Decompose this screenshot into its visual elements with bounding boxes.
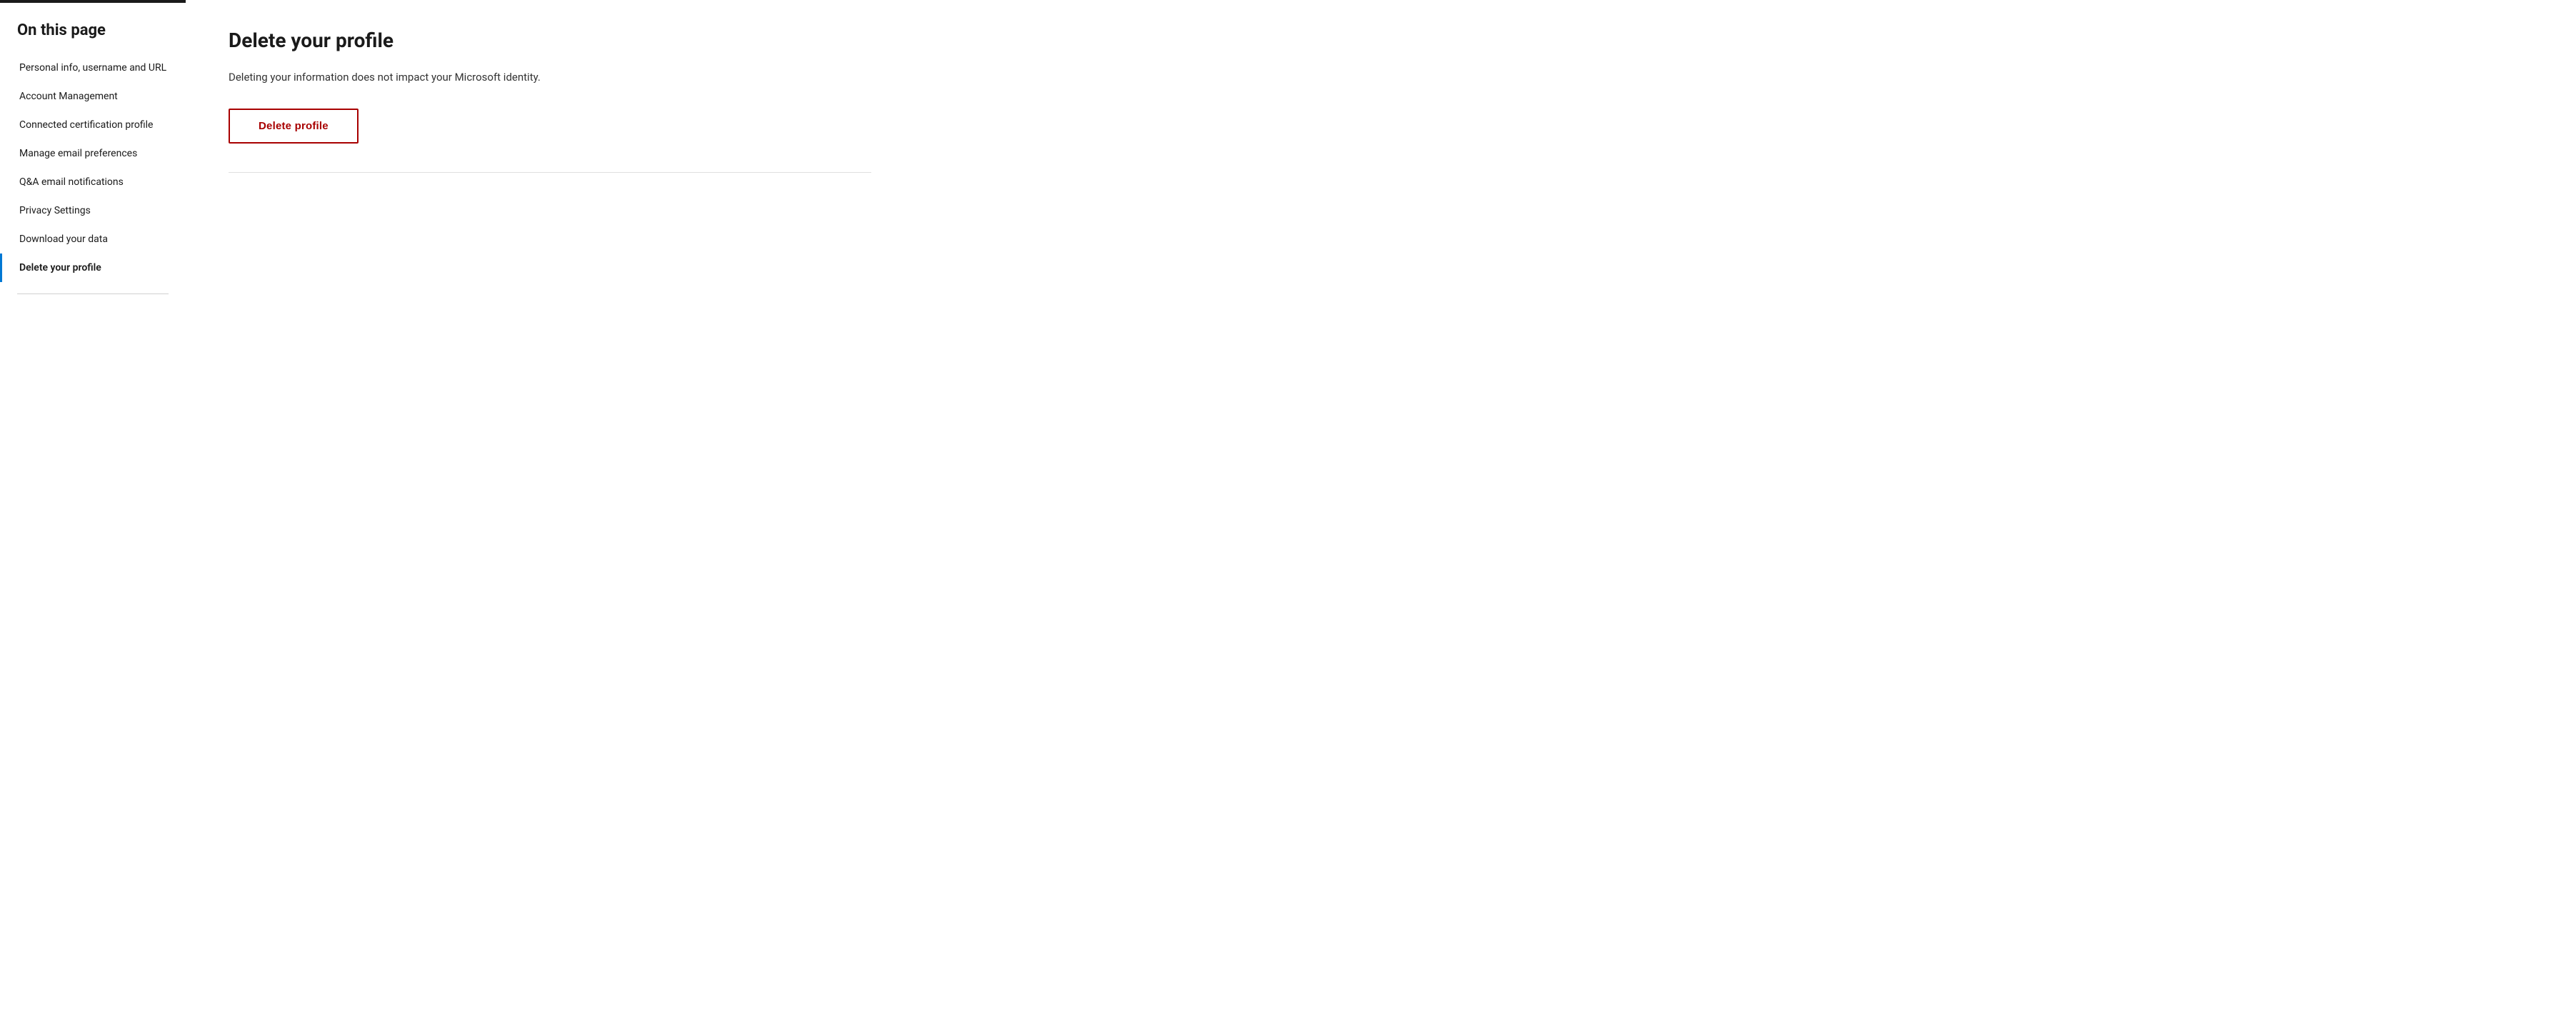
delete-profile-section: Delete your profile Deleting your inform… (229, 29, 871, 173)
page-title: Delete your profile (229, 29, 871, 52)
sidebar-divider (17, 293, 169, 294)
sidebar-item-qa-email[interactable]: Q&A email notifications (0, 168, 186, 196)
sidebar: On this page Personal info, username and… (0, 0, 186, 1019)
sidebar-title: On this page (0, 16, 186, 54)
sidebar-item-download-data[interactable]: Download your data (0, 225, 186, 254)
sidebar-item-connected-certification[interactable]: Connected certification profile (0, 111, 186, 139)
sidebar-item-manage-email[interactable]: Manage email preferences (0, 139, 186, 168)
sidebar-nav: Personal info, username and URL Account … (0, 54, 186, 282)
sidebar-item-account-management[interactable]: Account Management (0, 82, 186, 111)
sidebar-item-delete-profile[interactable]: Delete your profile (0, 254, 186, 282)
delete-profile-button[interactable]: Delete profile (229, 109, 359, 144)
section-description: Deleting your information does not impac… (229, 69, 871, 86)
sidebar-item-personal-info[interactable]: Personal info, username and URL (0, 54, 186, 82)
main-content: Delete your profile Deleting your inform… (186, 0, 2576, 1019)
sidebar-item-privacy-settings[interactable]: Privacy Settings (0, 196, 186, 225)
